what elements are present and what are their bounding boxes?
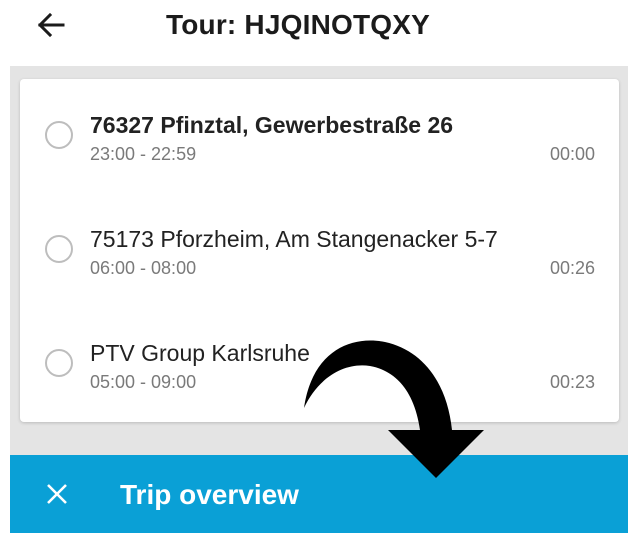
stop-time-window: 06:00 - 08:00 <box>90 258 197 278</box>
trip-overview-label: Trip overview <box>120 479 299 510</box>
stop-duration: 00:00 <box>549 144 595 164</box>
stop-name: PTV Group Karlsruhe <box>90 340 310 366</box>
close-icon <box>47 484 67 504</box>
stop-duration: 00:23 <box>549 372 595 392</box>
trip-overview-bar[interactable]: Trip overview <box>10 455 628 533</box>
arrow-left-icon <box>37 13 65 37</box>
stop-radio[interactable] <box>45 235 73 263</box>
stop-name: 76327 Pfinztal, Gewerbestraße 26 <box>90 112 454 138</box>
back-button[interactable] <box>34 8 68 42</box>
stop-time-window: 05:00 - 09:00 <box>90 372 197 392</box>
app-screen: Tour: HJQINOTQXY 76327 Pfinztal, Gewerbe… <box>0 0 630 533</box>
stop-item[interactable]: 76327 Pfinztal, Gewerbestraße 26 23:00 -… <box>20 79 619 193</box>
stop-radio[interactable] <box>45 349 73 377</box>
stop-duration: 00:26 <box>549 258 595 278</box>
stop-item[interactable]: PTV Group Karlsruhe 05:00 - 09:00 00:23 <box>20 307 619 421</box>
stop-name: 75173 Pforzheim, Am Stangenacker 5-7 <box>90 226 498 252</box>
stop-item[interactable]: 75173 Pforzheim, Am Stangenacker 5-7 06:… <box>20 193 619 307</box>
close-button[interactable] <box>44 481 70 507</box>
page-title: Tour: HJQINOTQXY <box>166 9 431 40</box>
stops-card: 76327 Pfinztal, Gewerbestraße 26 23:00 -… <box>20 79 619 422</box>
header: Tour: HJQINOTQXY <box>0 0 630 60</box>
stop-radio[interactable] <box>45 121 73 149</box>
stop-time-window: 23:00 - 22:59 <box>90 144 197 164</box>
